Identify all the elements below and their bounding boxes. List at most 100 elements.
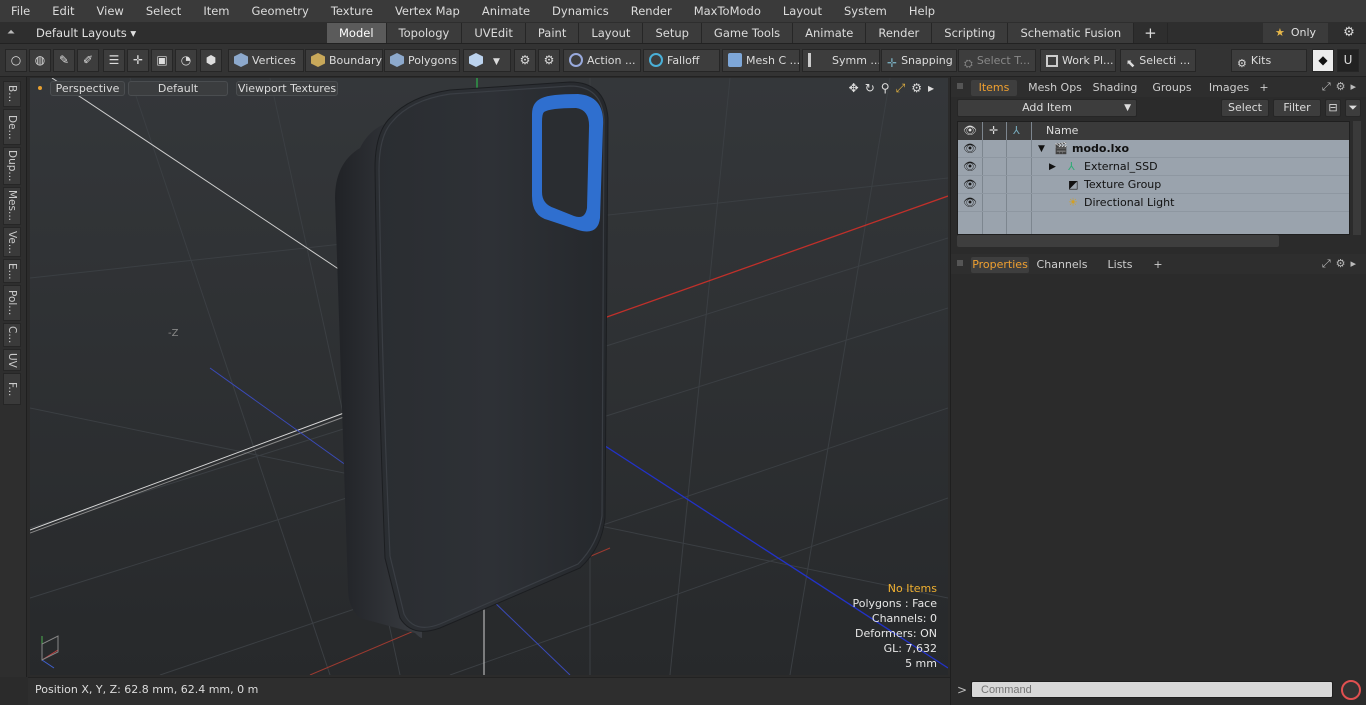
item-row-mesh[interactable]: 👁 ▶ ⅄ External_SSD xyxy=(958,158,1349,176)
menu-select[interactable]: Select xyxy=(146,4,181,18)
item-row-scene[interactable]: 👁 ▼ 🎬 modo.lxo xyxy=(958,140,1349,158)
only-toggle[interactable]: ★ Only xyxy=(1263,23,1328,43)
menu-animate[interactable]: Animate xyxy=(482,4,530,18)
shield-icon[interactable]: ⬢ xyxy=(200,49,222,72)
tab-schematic-fusion[interactable]: Schematic Fusion xyxy=(1008,23,1135,43)
vtab-mesh-edit[interactable]: Mes... xyxy=(3,187,21,225)
align-icon[interactable]: ☰ xyxy=(103,49,125,72)
expand-arrow-icon[interactable]: ▶ xyxy=(1049,158,1056,176)
viewport-menu-dot-icon[interactable] xyxy=(38,86,42,90)
filter-button[interactable]: Filter xyxy=(1273,99,1321,117)
3d-viewport[interactable]: Perspective Default Viewport Textures ✥ … xyxy=(30,78,948,675)
action-center-icon[interactable]: ⚙ xyxy=(514,49,536,72)
layouts-dropdown[interactable]: Default Layouts ▾ xyxy=(36,26,336,40)
tab-model[interactable]: Model xyxy=(327,23,387,43)
type-column-icon[interactable]: ⅄ xyxy=(1013,122,1020,140)
gear-icon[interactable]: ⚙ xyxy=(1338,23,1360,43)
expand-arrow-icon[interactable]: ▼ xyxy=(1038,140,1045,158)
collapse-icon[interactable]: ⊟ xyxy=(1325,99,1341,117)
vertices-button[interactable]: Vertices xyxy=(228,49,304,72)
command-input[interactable] xyxy=(971,681,1333,698)
selection-sets-button[interactable]: ⬉ Selecti ... xyxy=(1120,49,1196,72)
menu-maxtomodo[interactable]: MaxToModo xyxy=(694,4,761,18)
menu-texture[interactable]: Texture xyxy=(331,4,373,18)
panel-menu-icon[interactable] xyxy=(957,83,963,89)
zoom-icon[interactable]: ⚲ xyxy=(881,81,890,96)
menu-item[interactable]: Item xyxy=(203,4,229,18)
viewport-textures-button[interactable]: Viewport Textures xyxy=(236,81,338,96)
menu-help[interactable]: Help xyxy=(909,4,935,18)
item-row-texture-group[interactable]: 👁 ◩ Texture Group xyxy=(958,176,1349,194)
pen-icon[interactable]: ✎ xyxy=(53,49,75,72)
action-center-button[interactable]: Action ... xyxy=(563,49,641,72)
visibility-eye-icon[interactable]: 👁 xyxy=(963,194,977,212)
falloff-button[interactable]: Falloff xyxy=(643,49,720,72)
globe-icon[interactable]: ◍ xyxy=(29,49,51,72)
expand-arrow-icon[interactable]: ▸ xyxy=(928,81,934,96)
record-macro-icon[interactable] xyxy=(1341,680,1361,700)
item-list-vertical-scrollbar[interactable] xyxy=(1353,121,1361,235)
vtab-curve[interactable]: C... xyxy=(3,323,21,347)
tab-channels[interactable]: Channels xyxy=(1035,257,1089,273)
brush-icon[interactable]: ✐ xyxy=(77,49,99,72)
pan-icon[interactable]: ✥ xyxy=(849,81,859,96)
vtab-basic[interactable]: B... xyxy=(3,81,21,107)
pivot-icon[interactable]: ⚙ xyxy=(538,49,560,72)
menu-dynamics[interactable]: Dynamics xyxy=(552,4,609,18)
visibility-eye-icon[interactable]: 👁 xyxy=(963,158,977,176)
tab-game-tools[interactable]: Game Tools xyxy=(701,23,794,43)
add-panel-tab-button[interactable]: + xyxy=(1151,257,1165,273)
work-plane-button[interactable]: Work Pl... xyxy=(1040,49,1116,72)
funnel-icon[interactable]: ⏷ xyxy=(1345,99,1361,117)
menu-file[interactable]: File xyxy=(11,4,30,18)
menu-system[interactable]: System xyxy=(844,4,887,18)
viewport-settings-icon[interactable]: ⚙ xyxy=(911,81,922,96)
tab-render[interactable]: Render xyxy=(866,23,933,43)
tab-items[interactable]: Items xyxy=(971,80,1017,96)
tab-layout[interactable]: Layout xyxy=(579,23,644,43)
visibility-column-icon[interactable]: 👁 xyxy=(963,122,977,140)
panel-tools-icons[interactable]: ⤢⚙▸ xyxy=(1322,80,1361,94)
tab-lists[interactable]: Lists xyxy=(1097,257,1143,273)
rotate-icon[interactable]: ↻ xyxy=(865,81,875,96)
vtab-edge[interactable]: E... xyxy=(3,259,21,283)
tab-shading[interactable]: Shading xyxy=(1089,80,1141,96)
item-row-light[interactable]: 👁 ☀ Directional Light xyxy=(958,194,1349,212)
select-circle-icon[interactable]: ○ xyxy=(5,49,27,72)
tab-uvedit[interactable]: UVEdit xyxy=(462,23,526,43)
shading-mode-button[interactable]: Default xyxy=(128,81,228,96)
vtab-deform[interactable]: De... xyxy=(3,109,21,145)
menu-render[interactable]: Render xyxy=(631,4,672,18)
menu-edit[interactable]: Edit xyxy=(52,4,74,18)
clock-icon[interactable]: ◔ xyxy=(175,49,197,72)
tab-properties[interactable]: Properties xyxy=(971,257,1029,273)
item-list-horizontal-scrollbar[interactable] xyxy=(957,235,1279,247)
menu-view[interactable]: View xyxy=(97,4,124,18)
visibility-eye-icon[interactable]: 👁 xyxy=(963,176,977,194)
unity-icon[interactable]: ◆ xyxy=(1312,49,1334,72)
mesh-constraint-button[interactable]: Mesh C ... xyxy=(722,49,800,72)
vtab-duplicate[interactable]: Dup... xyxy=(3,147,21,185)
item-mode-dropdown[interactable]: ▼ xyxy=(463,49,511,72)
menu-geometry[interactable]: Geometry xyxy=(252,4,309,18)
panel-menu-icon[interactable] xyxy=(957,260,963,266)
tab-groups[interactable]: Groups xyxy=(1147,80,1197,96)
tab-scripting[interactable]: Scripting xyxy=(932,23,1009,43)
vtab-fusion[interactable]: F... xyxy=(3,373,21,405)
add-tab-button[interactable]: + xyxy=(1134,23,1168,43)
lock-column-icon[interactable]: ✛ xyxy=(989,122,998,140)
boundary-button[interactable]: Boundary xyxy=(305,49,383,72)
add-panel-tab-button[interactable]: + xyxy=(1257,80,1271,96)
add-item-button[interactable]: Add Item ▼ xyxy=(957,99,1137,117)
polygons-button[interactable]: Polygons xyxy=(384,49,460,72)
select-through-button[interactable]: ⛭ Select T... xyxy=(958,49,1036,72)
collapse-arrow-icon[interactable]: ⏶ xyxy=(0,27,22,38)
item-list[interactable]: 👁 ✛ ⅄ Name 👁 ▼ 🎬 modo.lxo 👁 ▶ ⅄ External… xyxy=(957,121,1350,235)
square-target-icon[interactable]: ▣ xyxy=(151,49,173,72)
panel-tools-icons[interactable]: ⤢⚙▸ xyxy=(1322,257,1361,271)
menu-vertex-map[interactable]: Vertex Map xyxy=(395,4,460,18)
unreal-icon[interactable]: U xyxy=(1337,49,1359,72)
view-mode-button[interactable]: Perspective xyxy=(50,81,125,96)
fit-icon[interactable]: ⤢ xyxy=(896,81,906,96)
tab-mesh-ops[interactable]: Mesh Ops xyxy=(1025,80,1085,96)
